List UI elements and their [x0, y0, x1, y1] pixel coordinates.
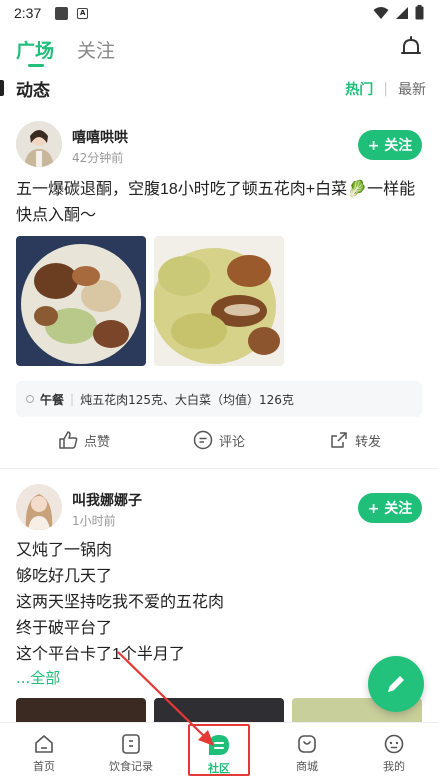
annotation-arrow: [117, 651, 214, 746]
